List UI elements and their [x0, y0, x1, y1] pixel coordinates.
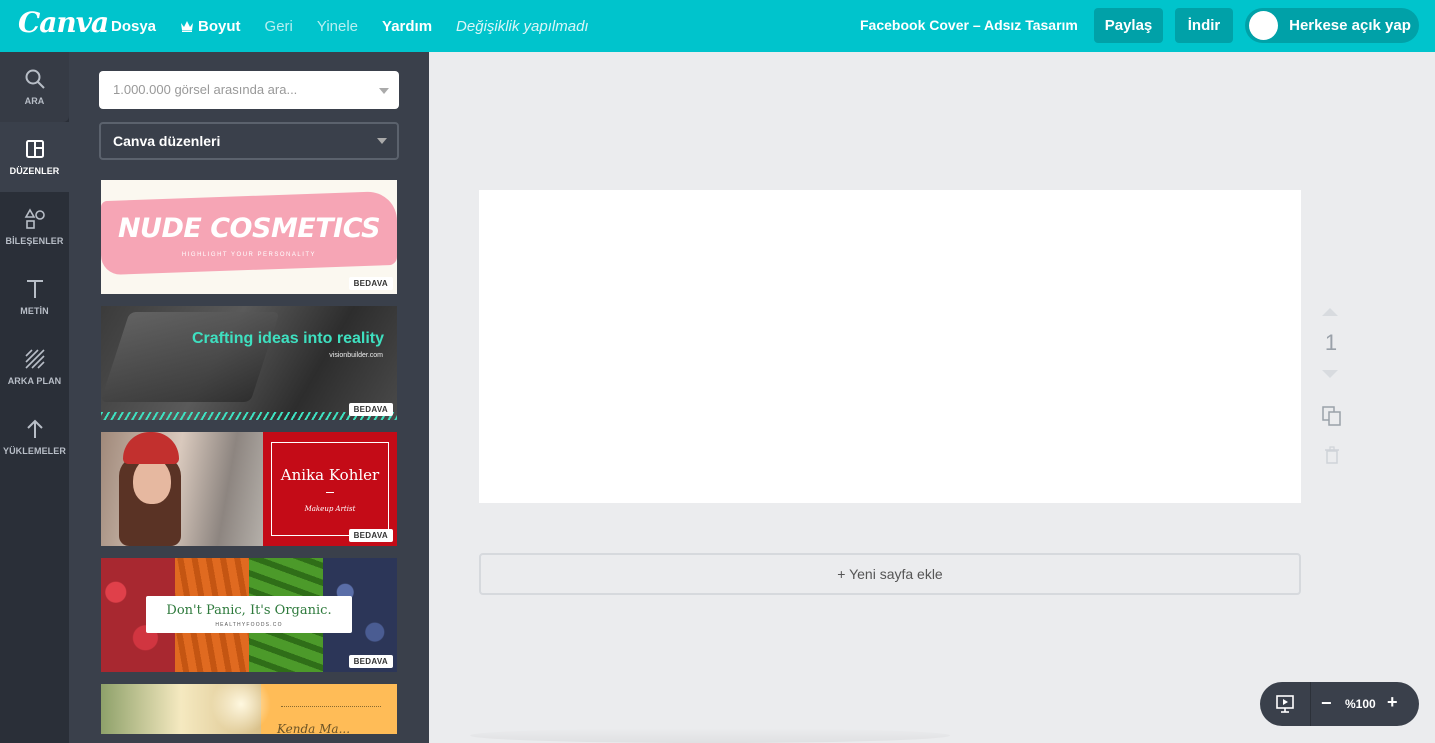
template-thumbnail[interactable]: Don't Panic, It's Organic. HEALTHYFOODS.… [101, 558, 397, 672]
text-icon [26, 280, 43, 298]
free-badge: BEDAVA [348, 529, 393, 542]
search-placeholder: 1.000.000 görsel arasında ara... [113, 82, 298, 97]
rail-label-elements: BİLEŞENLER [5, 236, 64, 246]
elements-icon [24, 208, 45, 229]
menu-undo[interactable]: Geri [265, 18, 293, 35]
dotted-line [281, 706, 381, 707]
rail-label-search: ARA [24, 96, 45, 106]
design-canvas-page[interactable] [479, 190, 1301, 503]
laptop-photo [101, 312, 280, 402]
template-thumbnail[interactable]: Anika Kohler Makeup Artist BEDAVA [101, 432, 397, 546]
free-badge: BEDAVA [348, 655, 393, 668]
template-thumbnail[interactable]: Kenda Ma... [101, 684, 397, 734]
free-badge: BEDAVA [348, 403, 393, 416]
crown-icon [181, 21, 194, 32]
rail-label-background: ARKA PLAN [7, 376, 62, 386]
template-title: Crafting ideas into reality [191, 330, 384, 347]
menu-resize-label: Boyut [198, 17, 241, 35]
menu-file-label: Dosya [111, 17, 157, 35]
image-search-input[interactable]: 1.000.000 görsel arasında ara... [99, 71, 399, 109]
template-title: NUDE COSMETICS [117, 213, 381, 244]
portrait-face [133, 458, 171, 504]
search-icon [25, 69, 45, 89]
menu-resize[interactable]: Boyut [180, 18, 241, 35]
template-subtitle: HEALTHYFOODS.CO [215, 622, 283, 628]
template-title: Kenda Ma... [277, 722, 351, 734]
upload-icon [26, 419, 43, 438]
page-down-icon[interactable] [1322, 370, 1338, 378]
divider [326, 492, 334, 493]
background-icon [24, 349, 45, 369]
document-title[interactable]: Facebook Cover – Adsız Tasarım [860, 17, 1078, 33]
rail-item-search[interactable]: ARA [0, 52, 69, 122]
rail-label-layouts: DÜZENLER [9, 166, 60, 176]
white-frame [271, 442, 389, 536]
chevron-down-icon [377, 138, 387, 144]
page-up-icon[interactable] [1322, 308, 1338, 316]
rail-item-background[interactable]: ARKA PLAN [0, 332, 69, 402]
present-icon[interactable] [1275, 694, 1295, 714]
top-menu: Dosya Boyut Geri Yinele Yardım Değişikli… [111, 0, 613, 52]
top-bar: Canva Dosya Boyut Geri Yinele Yardım Değ… [0, 0, 1435, 52]
sun-glow [211, 684, 271, 734]
template-subtitle: Makeup Artist [304, 505, 356, 513]
rail-label-text: METİN [20, 306, 49, 316]
share-button[interactable]: Paylaş [1094, 8, 1163, 43]
portrait-photo [101, 432, 263, 546]
make-public-label: Herkese açık yap [1289, 17, 1411, 34]
zoom-control: − %100 + [1260, 682, 1419, 726]
zoom-level[interactable]: %100 [1345, 697, 1376, 711]
menu-help-label: Yardım [382, 17, 433, 35]
rail-item-text[interactable]: METİN [0, 262, 69, 332]
layouts-panel: 1.000.000 görsel arasında ara... Canva d… [69, 52, 429, 743]
rail-item-elements[interactable]: BİLEŞENLER [0, 192, 69, 262]
template-subtitle: HIGHLIGHT YOUR PERSONALITY [181, 252, 317, 258]
template-thumbnail[interactable]: Crafting ideas into reality visionbuilde… [101, 306, 397, 420]
rail-item-layouts[interactable]: DÜZENLER [0, 122, 69, 192]
template-title: Anika Kohler [280, 466, 380, 484]
rail-label-uploads: YÜKLEMELER [2, 446, 66, 456]
page-number: 1 [1324, 330, 1338, 355]
chevron-down-icon [379, 88, 389, 94]
free-badge: BEDAVA [348, 277, 393, 290]
template-title: Don't Panic, It's Organic. [166, 603, 332, 618]
page-shadow [470, 728, 950, 743]
zoom-in-button[interactable]: + [1387, 692, 1398, 713]
zoom-divider [1310, 682, 1311, 726]
rail-item-uploads[interactable]: YÜKLEMELER [0, 402, 69, 472]
layout-source-value: Canva düzenleri [113, 133, 221, 149]
canva-logo[interactable]: Canva [18, 6, 109, 39]
download-button[interactable]: İndir [1175, 8, 1233, 43]
menu-help[interactable]: Yardım [382, 18, 432, 35]
save-status: Değişiklik yapılmadı [456, 17, 589, 35]
copy-page-icon[interactable] [1322, 406, 1342, 426]
layouts-icon [25, 140, 44, 158]
toggle-knob [1249, 11, 1278, 40]
template-subtitle: visionbuilder.com [329, 352, 383, 359]
template-thumbnail[interactable]: NUDE COSMETICS HIGHLIGHT YOUR PERSONALIT… [101, 180, 397, 294]
menu-redo-label: Yinele [316, 17, 359, 35]
portrait-hat [123, 432, 179, 464]
menu-undo-label: Geri [264, 17, 293, 35]
zoom-out-button[interactable]: − [1321, 693, 1332, 714]
left-rail: ARA DÜZENLER BİLEŞENLER METİN ARKA PLAN … [0, 52, 69, 743]
menu-redo[interactable]: Yinele [317, 18, 358, 35]
menu-file[interactable]: Dosya [111, 18, 156, 35]
add-page-button[interactable]: + Yeni sayfa ekle [479, 553, 1301, 595]
layout-source-select[interactable]: Canva düzenleri [99, 122, 399, 160]
trash-icon[interactable] [1324, 446, 1340, 464]
make-public-toggle[interactable]: Herkese açık yap [1245, 8, 1419, 43]
